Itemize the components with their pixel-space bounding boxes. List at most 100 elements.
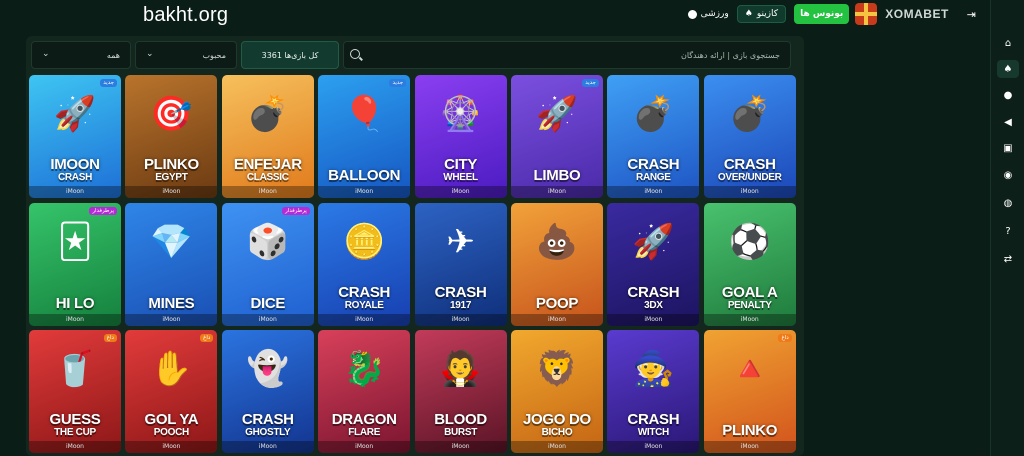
game-artwork: 🧙 xyxy=(632,349,675,389)
game-title-main: CRASH xyxy=(241,411,294,428)
game-provider: iMoon xyxy=(318,313,411,326)
total-games-count: 3361 کل بازی‌ها xyxy=(241,41,339,69)
category-select[interactable]: ⌄ همه xyxy=(31,41,131,69)
game-provider: iMoon xyxy=(414,313,507,326)
radio-icon[interactable]: ◍ xyxy=(997,194,1019,212)
ball-icon[interactable]: ● xyxy=(997,86,1019,104)
game-card[interactable]: 🦁 JOGO DO BICHO iMoon xyxy=(510,330,603,453)
bonus-button[interactable]: بونوس ها xyxy=(794,4,850,24)
game-card[interactable]: ✈ CRASH 1917 iMoon xyxy=(414,202,507,326)
game-title: POOP xyxy=(513,296,601,311)
top-header: bakht.org ورزشی ♠ کازینو بونوس ها XOMABE… xyxy=(0,0,990,32)
header-nav: ورزشی ♠ کازینو بونوس ها XOMABET ⇥ xyxy=(687,3,976,25)
megaphone-icon[interactable]: ◀ xyxy=(997,113,1019,131)
game-artwork: 🥤 xyxy=(53,349,97,389)
game-card[interactable]: 🎈 جدید BALLOON iMoon xyxy=(318,75,411,198)
right-sidebar: ⌂ ♠ ● ◀ ▣ ◉ ◍ ? ⇄ xyxy=(990,0,1024,456)
game-card[interactable]: 👻 CRASH GHOSTLY iMoon xyxy=(221,330,314,453)
game-title-sub: FLARE xyxy=(348,427,381,438)
game-provider: iMoon xyxy=(318,441,411,453)
game-card[interactable]: 🧙 CRASH WITCH iMoon xyxy=(607,330,700,453)
brand-logo[interactable]: XOMABET xyxy=(885,7,949,21)
chevron-down-icon: ⌄ xyxy=(42,49,50,59)
game-card[interactable]: 🧛 BLOOD BURST iMoon xyxy=(414,330,507,453)
game-artwork: 💣 xyxy=(728,94,771,134)
game-title-main: CRASH xyxy=(434,283,487,301)
game-provider: iMoon xyxy=(510,441,603,453)
game-card[interactable]: 🪙 CRASH ROYALE iMoon xyxy=(318,202,411,326)
game-badge: داغ xyxy=(200,334,214,342)
support-icon[interactable]: ◉ xyxy=(997,166,1019,184)
search-icon xyxy=(350,49,360,59)
game-card[interactable]: 🎲 پرطرفدار DICE iMoon xyxy=(221,202,314,326)
game-card[interactable]: 💩 POOP iMoon xyxy=(510,202,603,326)
game-title-sub: 3DX xyxy=(644,299,663,311)
game-title-sub: WHEEL xyxy=(443,172,478,183)
game-card[interactable]: 🔺 داغ PLINKO iMoon xyxy=(703,330,796,453)
game-title: CITY WHEEL xyxy=(417,157,505,183)
game-title-main: CRASH xyxy=(338,283,391,301)
swap-icon[interactable]: ⇄ xyxy=(997,250,1019,268)
game-artwork: ✈ xyxy=(446,221,475,262)
game-card[interactable]: 🎯 PLINKO EGYPT iMoon xyxy=(125,75,218,198)
game-badge: پرطرفدار xyxy=(89,206,117,215)
sort-select[interactable]: ⌄ محبوب xyxy=(135,41,237,69)
game-provider: iMoon xyxy=(29,441,121,453)
search-input[interactable]: جستجوی بازی | ارائه دهندگان xyxy=(343,41,791,69)
game-provider: iMoon xyxy=(221,186,314,198)
game-title: CRASH 3DX xyxy=(609,285,697,311)
game-provider: iMoon xyxy=(607,313,700,326)
game-card[interactable]: ✋ داغ GOL YA POOCH iMoon xyxy=(125,330,218,453)
game-title-sub: OVER/UNDER xyxy=(717,172,782,183)
game-card[interactable]: 🥤 داغ GUESS THE CUP iMoon xyxy=(29,330,121,453)
game-artwork: 🐉 xyxy=(343,349,386,389)
game-card[interactable]: 🃏 پرطرفدار HI LO iMoon xyxy=(29,202,121,326)
game-provider: iMoon xyxy=(703,313,796,326)
game-card[interactable]: 💎 MINES iMoon xyxy=(125,202,218,326)
site-domain: bakht.org xyxy=(143,4,229,26)
game-title-sub: PENALTY xyxy=(727,299,772,311)
game-title-sub: THE CUP xyxy=(54,427,96,438)
help-icon[interactable]: ? xyxy=(997,222,1019,240)
game-artwork: 💎 xyxy=(150,221,193,262)
game-card[interactable]: 💣 ENFEJAR CLASSIC iMoon xyxy=(221,75,314,198)
game-title-sub: BURST xyxy=(444,427,478,438)
game-title: GUESS THE CUP xyxy=(31,411,119,438)
game-provider: iMoon xyxy=(125,441,218,453)
gift-icon[interactable] xyxy=(855,3,878,25)
spade-icon[interactable]: ♠ xyxy=(997,60,1019,78)
game-provider: iMoon xyxy=(221,313,314,326)
game-card[interactable]: 💣 CRASH RANGE iMoon xyxy=(607,75,700,198)
game-title-main: LIMBO xyxy=(533,167,581,184)
game-title-main: DICE xyxy=(250,294,286,312)
filter-bar: ⌄ همه ⌄ محبوب 3361 کل بازی‌ها جستجوی باز… xyxy=(31,41,791,69)
game-badge: جدید xyxy=(100,79,117,87)
game-title-main: GUESS xyxy=(49,411,101,428)
sports-link[interactable]: ورزشی xyxy=(687,9,729,19)
game-title-main: BALLOON xyxy=(328,167,401,184)
game-title-main: HI LO xyxy=(55,294,95,312)
game-card[interactable]: 🚀 CRASH 3DX iMoon xyxy=(607,202,700,326)
game-card[interactable]: 🚀 جدید iMOON CRASH iMoon xyxy=(29,75,121,198)
game-provider: iMoon xyxy=(125,313,218,326)
game-provider: iMoon xyxy=(607,186,700,198)
casino-button[interactable]: ♠ کازینو xyxy=(736,5,787,23)
game-card[interactable]: 🐉 DRAGON FLARE iMoon xyxy=(318,330,411,453)
game-title-main: MINES xyxy=(148,294,195,312)
game-card[interactable]: ⚽ GOAL A PENALTY iMoon xyxy=(703,202,796,326)
game-card[interactable]: 💣 CRASH OVER/UNDER iMoon xyxy=(703,75,796,198)
game-title-main: GOL YA xyxy=(144,411,199,428)
bonus-label: بونوس ها xyxy=(800,9,844,19)
game-title-main: PLINKO xyxy=(722,422,778,439)
sort-select-value: محبوب xyxy=(202,51,226,60)
game-artwork: 🚀 xyxy=(632,221,675,262)
logout-icon[interactable]: ⇥ xyxy=(967,8,976,21)
game-title: DICE xyxy=(224,294,312,312)
game-card[interactable]: 🚀 جدید LIMBO iMoon xyxy=(510,75,603,198)
home-icon[interactable]: ⌂ xyxy=(997,34,1019,52)
game-card[interactable]: 🎡 CITY WHEEL iMoon xyxy=(414,75,507,198)
game-title: ENFEJAR CLASSIC xyxy=(224,157,312,183)
gift-icon[interactable]: ▣ xyxy=(997,139,1019,157)
game-title: HI LO xyxy=(31,294,119,312)
game-title: CRASH ROYALE xyxy=(320,283,408,311)
